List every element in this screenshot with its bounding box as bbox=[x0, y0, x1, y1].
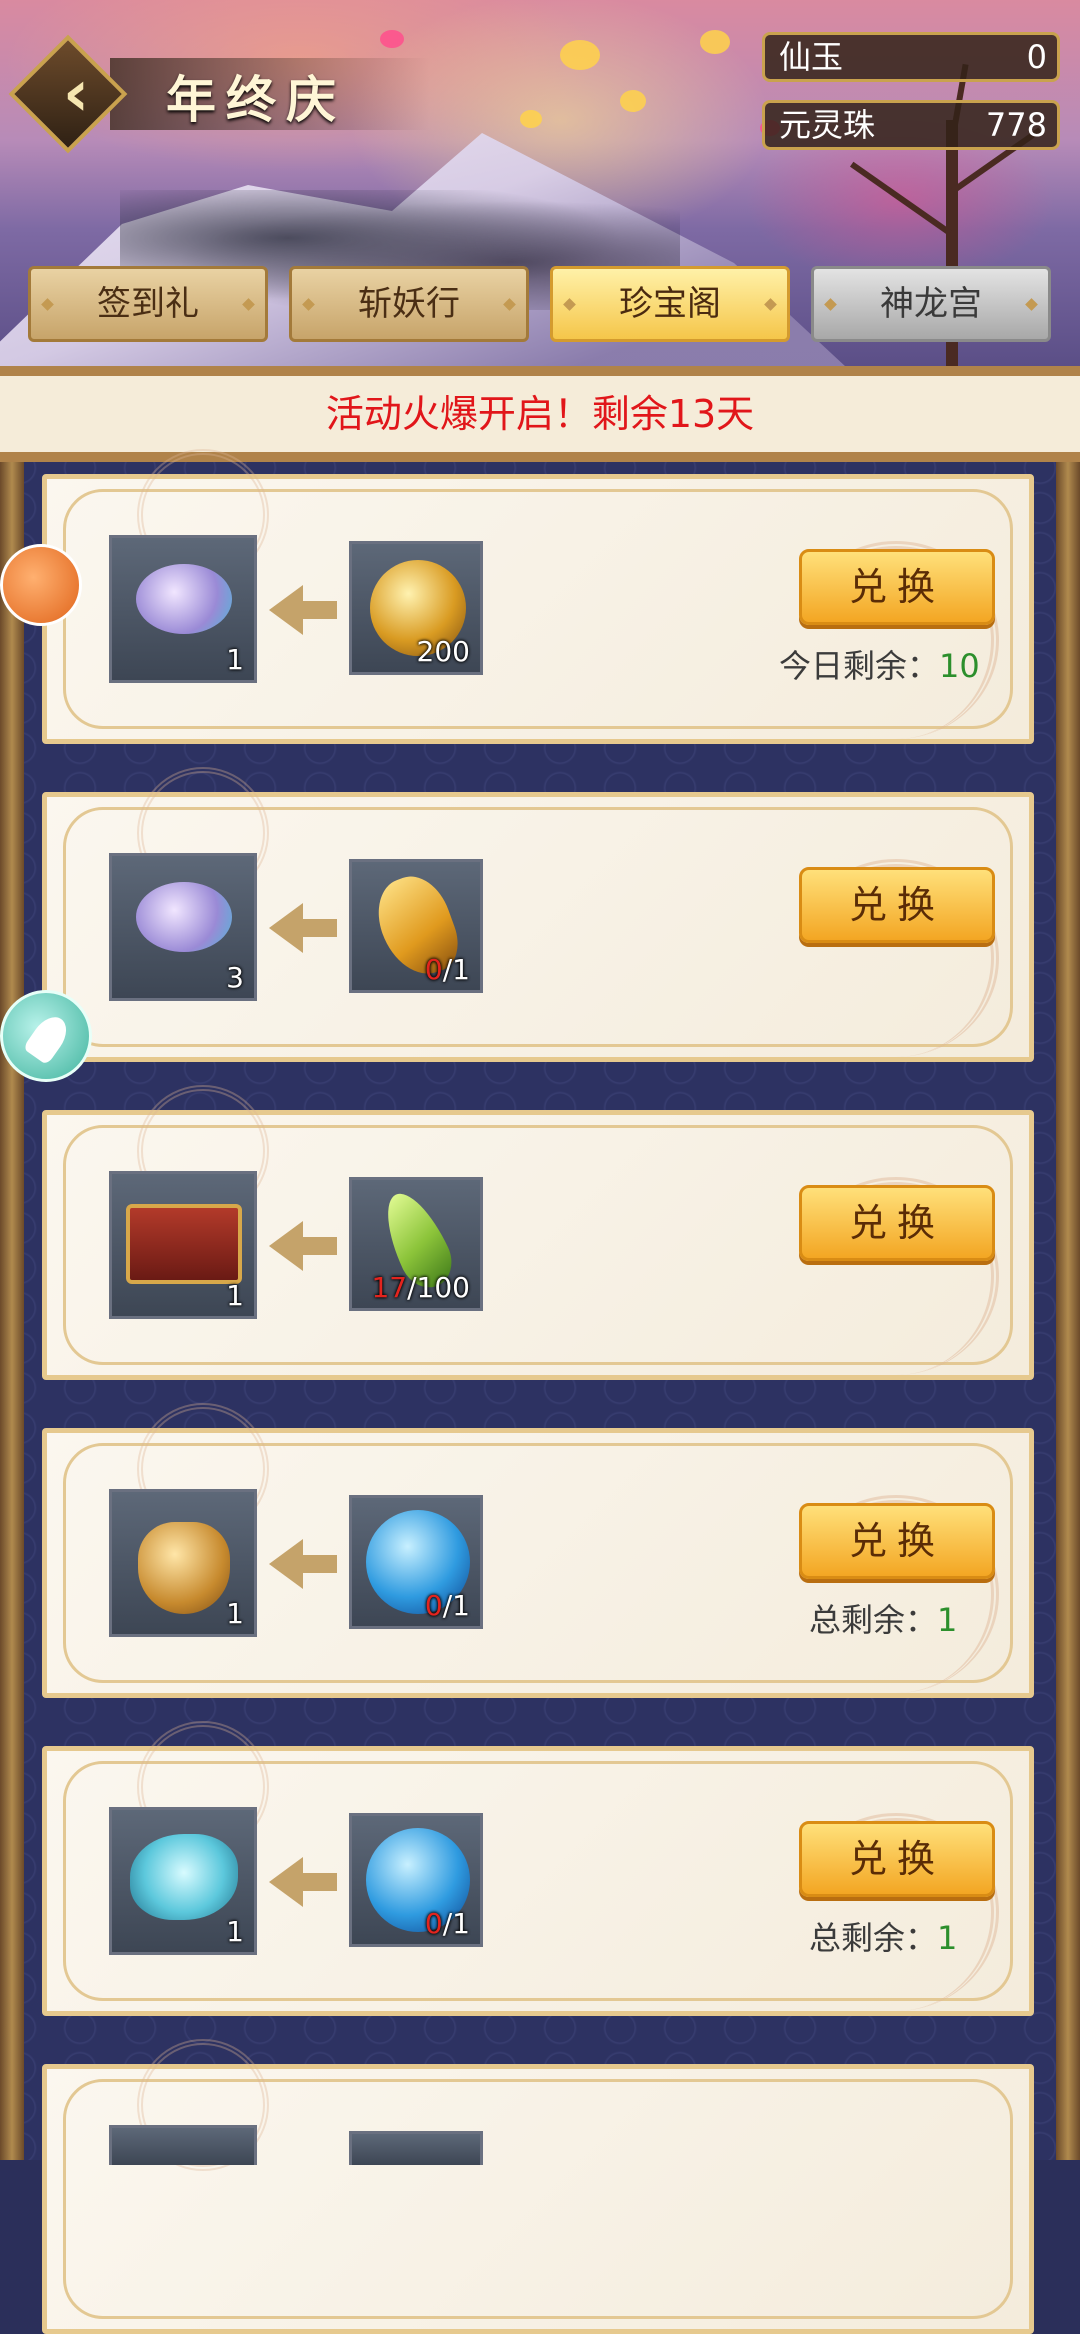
currency-yuanlingzhu: 元灵珠 778 bbox=[762, 100, 1060, 150]
back-button[interactable]: ‹ 年终庆 bbox=[8, 34, 438, 154]
remain-text: 今日剩余：10 bbox=[779, 647, 980, 685]
left-rail bbox=[0, 368, 24, 2160]
arrow-left-icon bbox=[269, 1221, 339, 1271]
exchange-card bbox=[42, 2039, 1034, 2334]
tab-qiandaoli[interactable]: 签到礼 bbox=[28, 266, 268, 342]
page-title: 年终庆 bbox=[166, 70, 346, 129]
arrow-left-icon bbox=[269, 903, 339, 953]
golden-orb-icon[interactable]: 200 bbox=[349, 541, 483, 675]
exchange-card: 1 0/1 兑换 总剩余：1 bbox=[42, 1403, 1034, 1698]
currency-xianyu: 仙玉 0 bbox=[762, 32, 1060, 82]
spirit-fish-icon[interactable]: 1 bbox=[109, 1807, 257, 1955]
exchange-card: 1 200 兑换 今日剩余：10 bbox=[42, 449, 1034, 744]
golden-fish-icon[interactable]: 0/1 bbox=[349, 859, 483, 993]
tab-shenlonggong[interactable]: 神龙宫 bbox=[811, 266, 1051, 342]
cloud-jade-icon[interactable]: 1 bbox=[109, 535, 257, 683]
notice-text: 活动火爆开启！剩余13天 bbox=[325, 392, 755, 436]
blue-beast-orb-icon[interactable]: 0/1 bbox=[349, 1495, 483, 1629]
cloud-jade-icon[interactable]: 3 bbox=[109, 853, 257, 1001]
remain-text: 总剩余：1 bbox=[809, 1919, 958, 1957]
exchange-card: 1 0/1 兑换 总剩余：1 bbox=[42, 1721, 1034, 2016]
arrow-left-icon bbox=[269, 1539, 339, 1589]
treasure-chest-icon[interactable]: 1 bbox=[109, 1171, 257, 1319]
blue-beast-orb-icon[interactable]: 0/1 bbox=[349, 1813, 483, 1947]
exchange-card: 1 17/100 兑换 bbox=[42, 1085, 1034, 1380]
arrow-left-icon bbox=[269, 1857, 339, 1907]
exchange-button[interactable]: 兑换 bbox=[799, 1821, 995, 1897]
item-slot[interactable] bbox=[109, 2125, 257, 2165]
exchange-button[interactable]: 兑换 bbox=[799, 1185, 995, 1261]
rocket-shortcut-icon[interactable] bbox=[0, 990, 92, 1082]
chevron-left-icon: ‹ bbox=[62, 57, 90, 131]
pet-shortcut-icon[interactable] bbox=[0, 544, 82, 626]
exchange-button[interactable]: 兑换 bbox=[799, 1503, 995, 1579]
exchange-button[interactable]: 兑换 bbox=[799, 867, 995, 943]
green-leaf-icon[interactable]: 17/100 bbox=[349, 1177, 483, 1311]
exchange-card: 3 0/1 兑换 bbox=[42, 767, 1034, 1062]
tab-zhanyaoxing[interactable]: 斩妖行 bbox=[289, 266, 529, 342]
arrow-left-icon bbox=[269, 585, 339, 635]
tab-zhenbaoge[interactable]: 珍宝阁 bbox=[550, 266, 790, 342]
remain-text: 总剩余：1 bbox=[809, 1601, 958, 1639]
golden-token-icon[interactable]: 1 bbox=[109, 1489, 257, 1637]
exchange-button[interactable]: 兑换 bbox=[799, 549, 995, 625]
right-rail bbox=[1056, 368, 1080, 2160]
